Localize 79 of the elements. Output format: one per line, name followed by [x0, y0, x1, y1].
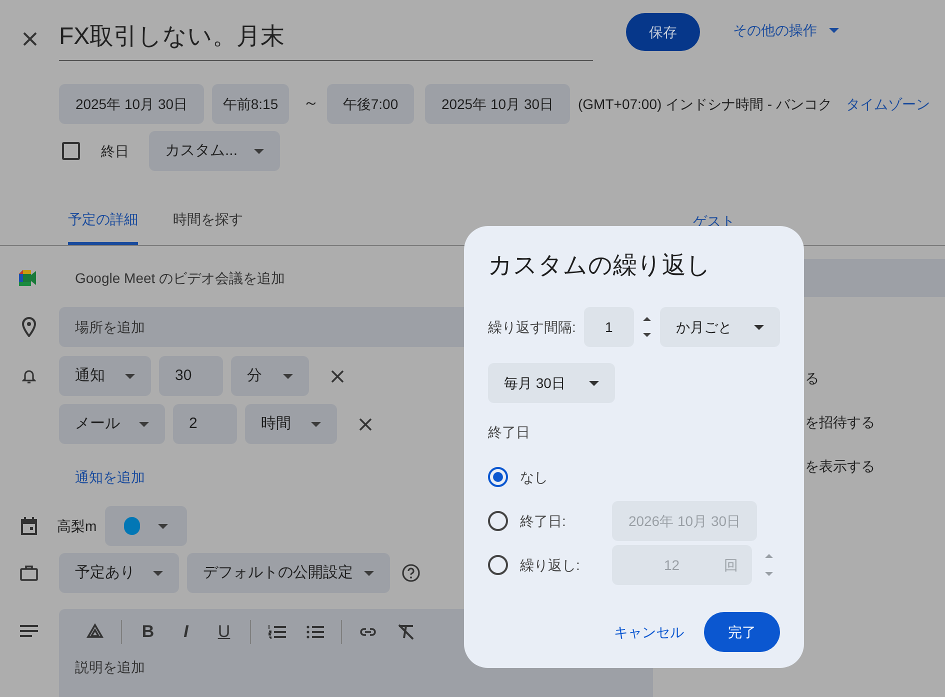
caret-icon: [829, 28, 839, 33]
all-day-label: 終日: [101, 142, 129, 160]
range-separator: ～: [303, 94, 319, 114]
recurrence-dropdown[interactable]: カスタム...: [149, 131, 280, 171]
availability-dropdown[interactable]: 予定あり: [59, 553, 179, 593]
location-pin-icon: [22, 317, 36, 337]
close-icon: [22, 31, 38, 47]
caret-icon: [754, 324, 764, 330]
caret-icon: [589, 380, 599, 386]
color-dropdown[interactable]: [104, 506, 187, 546]
frequency-dropdown[interactable]: か月ごと: [660, 307, 780, 347]
calendar-owner: 高梨m: [57, 516, 97, 536]
notification-type-dropdown[interactable]: メール: [59, 404, 165, 444]
stepper-icon: [764, 553, 774, 577]
occurrence-count: 12: [664, 556, 681, 574]
tab[interactable]: 時間を探す: [173, 199, 243, 245]
start-time-field[interactable]: 午前8:15: [212, 84, 289, 124]
guest-option-text: る: [805, 370, 819, 386]
notes-icon: [20, 625, 38, 637]
done-button[interactable]: 完了: [704, 612, 780, 652]
add-notification-link[interactable]: 通知を追加: [75, 466, 145, 488]
guest-option-text: を招待する: [805, 414, 875, 430]
numbered-list-icon: [268, 623, 286, 641]
interval-field[interactable]: 1: [584, 307, 634, 347]
end-time-field[interactable]: 午後7:00: [327, 84, 414, 124]
calendar-icon: [20, 517, 36, 535]
bold-button[interactable]: B: [136, 620, 160, 644]
caret-icon: [153, 570, 163, 576]
caret-icon: [254, 148, 264, 154]
title-field[interactable]: FX取引しない。月末: [59, 14, 593, 61]
visibility-dropdown[interactable]: デフォルトの公開設定: [187, 553, 390, 593]
caret-icon: [158, 524, 168, 528]
tab[interactable]: 予定の詳細: [68, 199, 138, 245]
underline-button[interactable]: U: [212, 620, 236, 644]
caret-icon: [364, 570, 374, 576]
radio-label: なし: [520, 468, 549, 486]
stepper-icon: [642, 316, 652, 338]
radio-button[interactable]: [488, 555, 508, 575]
save-button[interactable]: 保存: [626, 13, 700, 51]
caret-icon: [139, 422, 149, 426]
notification-type-dropdown[interactable]: 通知: [59, 356, 151, 396]
guest-option-text: を表示する: [805, 458, 875, 474]
caret-icon: [311, 422, 321, 426]
ends-label: 終了日: [488, 423, 531, 442]
dialog-title: カスタムの繰り返し: [488, 251, 712, 281]
end-date-field[interactable]: 2025年 10月 30日: [425, 84, 570, 124]
radio-button[interactable]: [488, 511, 508, 531]
video-camera-icon: [18, 270, 38, 286]
monthly-day-dropdown[interactable]: 毎月 30日: [488, 363, 615, 403]
interval-stepper[interactable]: [642, 316, 654, 338]
close-icon: [358, 418, 372, 430]
bulleted-list-icon: [306, 623, 324, 641]
clear-formatting-icon: [397, 623, 415, 641]
caret-icon: [283, 374, 293, 378]
italic-button[interactable]: I: [174, 620, 198, 644]
radio-label: 繰り返し:: [520, 556, 581, 574]
notification-value-field[interactable]: 30: [159, 356, 223, 396]
notification-unit-dropdown[interactable]: 分: [231, 356, 309, 396]
more-actions-button[interactable]: その他の操作: [733, 20, 839, 41]
notification-unit-dropdown[interactable]: 時間: [245, 404, 337, 444]
checkbox[interactable]: [62, 142, 80, 160]
briefcase-icon: [20, 565, 38, 581]
notification-value-field[interactable]: 2: [173, 404, 237, 444]
close-icon: [330, 370, 344, 382]
caret-icon: [125, 374, 135, 378]
title-text: FX取引しない。月末: [59, 22, 285, 52]
occurrence-unit: 回: [724, 556, 738, 574]
help-button[interactable]: [402, 564, 420, 582]
timezone-link[interactable]: タイムゾーン: [846, 94, 930, 114]
radio-label: 終了日:: [520, 512, 567, 530]
radio-button[interactable]: [488, 467, 508, 487]
start-date-field[interactable]: 2025年 10月 30日: [59, 84, 204, 124]
help-icon: [402, 564, 420, 582]
interval-label: 繰り返す間隔:: [488, 318, 576, 336]
bell-icon: [22, 368, 36, 384]
drive-icon: [86, 623, 104, 641]
timezone-text: (GMT+07:00) インドシナ時間 - バンコク: [578, 94, 832, 114]
description-placeholder: 説明を追加: [75, 658, 146, 677]
add-meet-button[interactable]: Google Meet のビデオ会議を追加: [75, 268, 286, 288]
